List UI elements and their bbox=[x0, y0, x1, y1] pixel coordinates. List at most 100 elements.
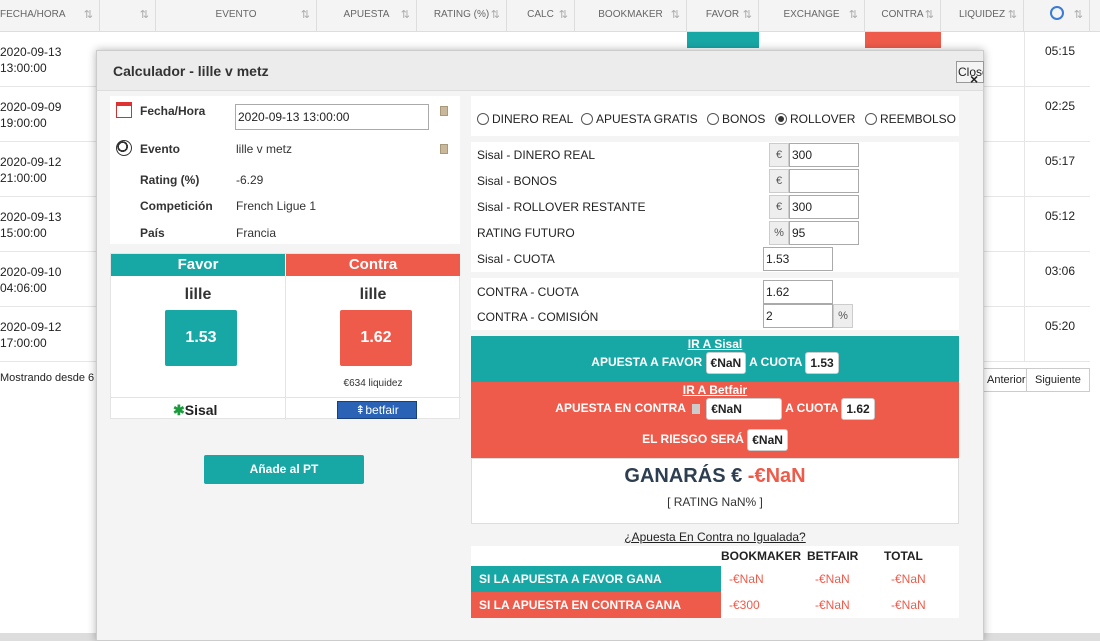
radio-dot[interactable] bbox=[707, 113, 719, 125]
event-info-panel: Fecha/Hora Evento lille v metz Rating (%… bbox=[110, 96, 460, 244]
outcome-label: SI LA APUESTA A FAVOR GANA bbox=[471, 566, 721, 592]
radio-dot-selected[interactable] bbox=[775, 113, 787, 125]
no-igualada-text: ¿Apuesta En Contra no Igualada? bbox=[624, 530, 806, 544]
field-rollover: Sisal - ROLLOVER RESTANTE € bbox=[477, 194, 957, 220]
apuesta-favor-label: APUESTA A FAVOR bbox=[591, 355, 703, 370]
sort-icon[interactable]: ⇅ bbox=[671, 0, 680, 30]
column-header-calc[interactable]: CALC ⇅ bbox=[507, 0, 575, 32]
time-text: 04:06:00 bbox=[0, 281, 47, 295]
column-header-contra[interactable]: CONTRA ⇅ bbox=[865, 0, 941, 32]
field-label: Sisal - BONOS bbox=[477, 174, 558, 188]
contra-odds-button[interactable]: 1.62 bbox=[340, 310, 412, 366]
evento-label: Evento bbox=[140, 142, 181, 156]
betfair-logo-text: betfair bbox=[365, 403, 399, 417]
sort-icon[interactable]: ⇅ bbox=[84, 0, 93, 30]
contra-comision-input[interactable] bbox=[763, 304, 833, 328]
sort-icon[interactable]: ⇅ bbox=[849, 0, 858, 30]
column-header-label: LIQUIDEZ bbox=[958, 9, 1006, 20]
sisal-logo-text: Sisal bbox=[184, 402, 218, 418]
date-text: 2020-09-09 bbox=[0, 100, 62, 114]
sisal-logo[interactable]: ✱Sisal bbox=[173, 402, 217, 419]
rollover-input[interactable] bbox=[789, 195, 859, 219]
date-input[interactable] bbox=[235, 104, 429, 130]
column-header-rating[interactable]: RATING (%) ⇅ bbox=[417, 0, 507, 32]
rating-row: Rating (%) -6.29 bbox=[110, 169, 460, 193]
add-to-pt-button[interactable]: Añade al PT bbox=[204, 455, 364, 484]
rating-label: Rating (%) bbox=[140, 173, 200, 187]
dinero-real-input[interactable] bbox=[789, 143, 859, 167]
odds-cards: Favor Contra lille lille 1.53 1.62 €634 … bbox=[110, 253, 461, 420]
hour-cell: 05:20 bbox=[1024, 307, 1090, 362]
euro-addon: € bbox=[769, 169, 789, 193]
field-label: Sisal - ROLLOVER RESTANTE bbox=[477, 200, 646, 214]
radio-apuesta-gratis[interactable]: APUESTA GRATIS bbox=[581, 112, 698, 126]
table-header: FECHA/HORA ⇅ ⇅ EVENTO ⇅ APUESTA ⇅ RATING (%… bbox=[0, 0, 1100, 32]
date-cell: 2020-09-12 17:00:00 bbox=[0, 307, 95, 351]
radio-dinero-real[interactable]: DINERO REAL bbox=[477, 112, 573, 126]
radio-dot[interactable] bbox=[865, 113, 877, 125]
radio-dot[interactable] bbox=[581, 113, 593, 125]
outcome-betfair: -€NaN bbox=[815, 572, 850, 586]
column-header-blank[interactable]: ⇅ bbox=[100, 0, 156, 32]
field-rating-futuro: RATING FUTURO % bbox=[477, 220, 957, 246]
evento-row: Evento lille v metz bbox=[110, 138, 460, 162]
sort-icon[interactable]: ⇅ bbox=[301, 0, 310, 30]
column-header-liquidez[interactable]: LIQUIDEZ ⇅ bbox=[941, 0, 1024, 32]
radio-reembolso[interactable]: REEMBOLSO bbox=[865, 112, 956, 126]
column-header-apuesta[interactable]: APUESTA ⇅ bbox=[317, 0, 417, 32]
column-header-evento[interactable]: EVENTO ⇅ bbox=[156, 0, 317, 32]
outcome-total: -€NaN bbox=[891, 598, 926, 612]
soccer-ball-icon bbox=[116, 140, 132, 156]
no-igualada-link[interactable]: ¿Apuesta En Contra no Igualada? bbox=[471, 530, 959, 544]
col-betfair: BETFAIR bbox=[807, 549, 859, 563]
cuota-input[interactable] bbox=[763, 247, 833, 271]
next-page-button[interactable]: Siguiente bbox=[1026, 368, 1090, 392]
favor-stake-line: APUESTA A FAVOR €NaN A CUOTA 1.53 bbox=[471, 352, 959, 374]
sort-icon[interactable]: ⇅ bbox=[140, 0, 149, 30]
exchange-fields: CONTRA - CUOTA CONTRA - COMISIÓN % bbox=[471, 278, 959, 330]
sort-icon[interactable]: ⇅ bbox=[559, 0, 568, 30]
radio-rollover[interactable]: ROLLOVER bbox=[775, 112, 855, 126]
column-header-bookmaker[interactable]: BOOKMAKER ⇅ bbox=[575, 0, 687, 32]
outcome-betfair: -€NaN bbox=[815, 598, 850, 612]
date-text: 2020-09-12 bbox=[0, 155, 62, 169]
outcome-bookmaker: -€NaN bbox=[729, 572, 764, 586]
clipboard-icon[interactable] bbox=[440, 106, 448, 116]
ir-sisal-link[interactable]: IR A Sisal bbox=[471, 337, 959, 351]
column-header-favor[interactable]: FAVOR ⇅ bbox=[687, 0, 759, 32]
ir-betfair-link[interactable]: IR A Betfair bbox=[471, 383, 959, 397]
profit-line: GANARÁS € -€NaN bbox=[472, 465, 958, 488]
field-contra-cuota: CONTRA - CUOTA bbox=[477, 279, 957, 305]
apuesta-contra-value[interactable]: €NaN bbox=[706, 398, 783, 420]
sort-icon[interactable]: ⇅ bbox=[1008, 0, 1017, 30]
sort-icon[interactable]: ⇅ bbox=[491, 0, 500, 30]
sort-icon[interactable]: ⇅ bbox=[401, 0, 410, 30]
sort-icon[interactable]: ⇅ bbox=[1074, 0, 1083, 30]
contra-cuota-input[interactable] bbox=[763, 280, 833, 304]
betfair-logo[interactable]: ⇞betfair bbox=[337, 401, 417, 419]
rating-futuro-input[interactable] bbox=[789, 221, 859, 245]
sort-icon[interactable]: ⇅ bbox=[743, 0, 752, 30]
bonos-input[interactable] bbox=[789, 169, 859, 193]
column-header-fecha[interactable]: FECHA/HORA ⇅ bbox=[0, 0, 100, 32]
column-header-clock[interactable]: ⇅ bbox=[1024, 0, 1090, 32]
clipboard-icon[interactable] bbox=[440, 144, 448, 154]
fecha-label: Fecha/Hora bbox=[140, 104, 206, 118]
radio-label: APUESTA GRATIS bbox=[596, 112, 698, 126]
field-contra-comision: CONTRA - COMISIÓN % bbox=[477, 304, 957, 330]
favor-odds-button[interactable]: 1.53 bbox=[165, 310, 237, 366]
calendar-icon bbox=[116, 102, 132, 118]
clipboard-icon[interactable] bbox=[691, 404, 700, 414]
rating-value: -6.29 bbox=[236, 173, 264, 187]
hour-cell: 02:25 bbox=[1024, 87, 1090, 142]
sort-icon[interactable]: ⇅ bbox=[925, 0, 934, 30]
radio-bonos[interactable]: BONOS bbox=[707, 112, 765, 126]
contra-cell[interactable] bbox=[865, 32, 941, 48]
rating-result: [ RATING NaN% ] bbox=[667, 495, 763, 509]
column-header-label: EVENTO bbox=[215, 9, 257, 20]
column-header-exchange[interactable]: EXCHANGE ⇅ bbox=[759, 0, 865, 32]
favor-cell[interactable] bbox=[687, 32, 759, 48]
pais-row: País Francia bbox=[110, 222, 460, 246]
close-icon[interactable]: × bbox=[970, 71, 978, 87]
radio-dot[interactable] bbox=[477, 113, 489, 125]
